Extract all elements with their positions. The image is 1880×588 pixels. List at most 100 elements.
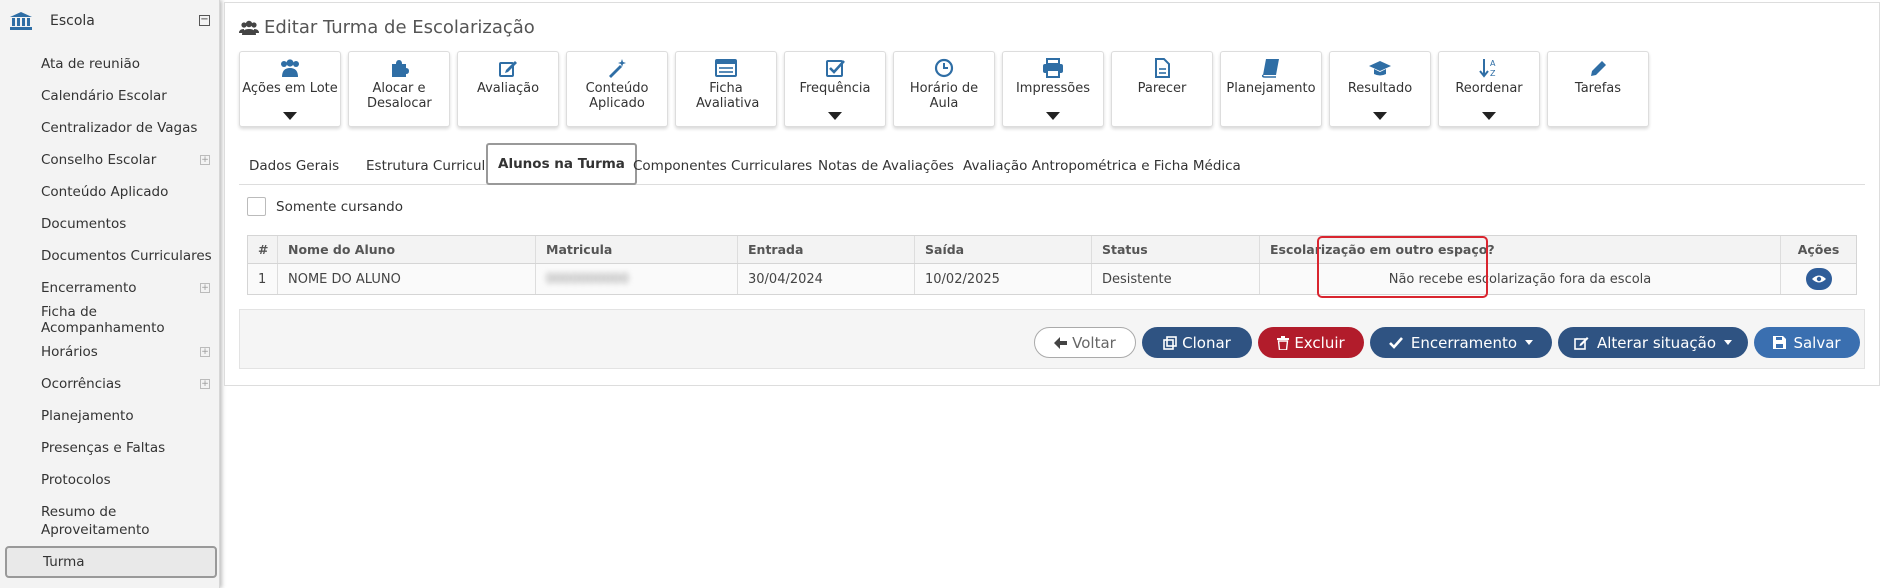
toolbar-ficha-avaliativa-button[interactable]: Ficha Avaliativa: [675, 51, 777, 127]
sidebar-item-encerramento[interactable]: Encerramento +: [0, 272, 220, 304]
sidebar-item-centralizador-de-vagas[interactable]: Centralizador de Vagas: [0, 112, 220, 144]
graduation-cap-icon: [1369, 61, 1391, 76]
main-panel: Editar Turma de Escolarização Ações em L…: [224, 2, 1880, 386]
pencil-icon: [1591, 61, 1606, 76]
toolbar-acoes-em-lote-button[interactable]: Ações em Lote: [239, 51, 341, 127]
svg-text:A: A: [1490, 59, 1496, 68]
trash-icon: [1277, 335, 1290, 350]
toolbar-alocar-button[interactable]: Alocar e Desalocar: [348, 51, 450, 127]
sidebar-item-protocolos[interactable]: Protocolos: [0, 464, 220, 496]
sidebar-item-conteudo-aplicado[interactable]: Conteúdo Aplicado: [0, 176, 220, 208]
expand-icon[interactable]: +: [200, 347, 210, 357]
page-title: Editar Turma de Escolarização: [239, 17, 535, 38]
excluir-label: Excluir: [1294, 333, 1345, 352]
sort-alpha-icon: AZ: [1479, 59, 1496, 78]
puzzle-icon: [392, 60, 409, 77]
toolbar-button-label: Reordenar: [1455, 81, 1523, 96]
sidebar-item-documentos-curriculares[interactable]: Documentos Curriculares: [0, 240, 220, 272]
column-header-nome: Nome do Aluno: [278, 236, 536, 263]
toolbar-planejamento-button[interactable]: Planejamento: [1220, 51, 1322, 127]
expand-icon[interactable]: +: [200, 155, 210, 165]
table-row: 1 NOME DO ALUNO 0000000000 30/04/2024 10…: [248, 264, 1856, 294]
sidebar-item-presencas-e-faltas[interactable]: Presenças e Faltas: [0, 432, 220, 464]
sidebar-header-escola[interactable]: Escola −: [0, 0, 220, 42]
sidebar-item-horarios[interactable]: Horários +: [0, 336, 220, 368]
caret-down-icon: [1046, 112, 1060, 120]
toolbar-avaliacao-button[interactable]: Avaliação: [457, 51, 559, 127]
toolbar-impressoes-button[interactable]: Impressões: [1002, 51, 1104, 127]
row-number: 1: [248, 264, 278, 294]
sidebar-item-label: Documentos: [41, 216, 127, 232]
users-icon: [281, 59, 299, 77]
column-header-matricula: Matricula: [536, 236, 738, 263]
eye-icon: [1811, 275, 1826, 283]
sidebar-item-label: Horários: [41, 344, 98, 360]
tab-estrutura-curricular[interactable]: Estrutura Curricular: [366, 148, 499, 185]
toolbar-button-label: Horário de Aula: [909, 81, 979, 111]
sidebar-item-label: Presenças e Faltas: [41, 440, 166, 456]
salvar-label: Salvar: [1793, 333, 1841, 352]
voltar-button[interactable]: Voltar: [1034, 327, 1136, 358]
toolbar-button-label: Ficha Avaliativa: [696, 81, 760, 111]
caret-down-icon: [828, 112, 842, 120]
toolbar-conteudo-aplicado-button[interactable]: Conteúdo Aplicado: [566, 51, 668, 127]
tab-dados-gerais[interactable]: Dados Gerais: [249, 148, 339, 185]
sidebar-item-turma[interactable]: Turma: [5, 546, 217, 578]
somente-cursando-checkbox[interactable]: [247, 197, 266, 216]
clonar-button[interactable]: Clonar: [1142, 327, 1252, 358]
toolbar-horario-de-aula-button[interactable]: Horário de Aula: [893, 51, 995, 127]
printer-icon: [1043, 58, 1063, 78]
sidebar-item-conselho-escolar[interactable]: Conselho Escolar +: [0, 144, 220, 176]
view-button[interactable]: [1805, 268, 1832, 290]
row-nome-aluno: NOME DO ALUNO: [278, 264, 536, 294]
toolbar-button-label: Impressões: [1015, 81, 1091, 96]
row-acoes: [1781, 264, 1856, 294]
sidebar-item-label: Ata de reunião: [41, 56, 140, 72]
table-header: # Nome do Aluno Matricula Entrada Saída …: [248, 236, 1856, 264]
tab-componentes-curriculares[interactable]: Componentes Curriculares: [633, 148, 812, 185]
matricula-blurred: 0000000000: [546, 271, 629, 287]
sidebar-item-ocorrencias[interactable]: Ocorrências +: [0, 368, 220, 400]
salvar-button[interactable]: Salvar: [1754, 327, 1860, 358]
row-saida: 10/02/2025: [915, 264, 1092, 294]
sidebar-item-label: Calendário Escolar: [41, 88, 167, 104]
excluir-button[interactable]: Excluir: [1258, 327, 1364, 358]
sidebar-item-calendario-escolar[interactable]: Calendário Escolar: [0, 80, 220, 112]
sidebar-item-ata-de-reuniao[interactable]: Ata de reunião: [0, 48, 220, 80]
sidebar-item-label: Ocorrências: [41, 376, 122, 392]
toolbar-parecer-button[interactable]: Parecer: [1111, 51, 1213, 127]
alterar-situacao-label: Alterar situação: [1596, 333, 1716, 352]
sidebar-item-label: Centralizador de Vagas: [41, 120, 198, 136]
alterar-situacao-button[interactable]: Alterar situação: [1558, 327, 1748, 358]
row-matricula: 0000000000: [536, 264, 738, 294]
clone-icon: [1163, 335, 1177, 350]
toolbar-button-label: Frequência: [799, 81, 871, 96]
toolbar-reordenar-button[interactable]: AZ Reordenar: [1438, 51, 1540, 127]
save-icon: [1773, 336, 1787, 349]
book-icon: [1261, 59, 1279, 78]
encerramento-button[interactable]: Encerramento: [1370, 327, 1552, 358]
magic-wand-icon: [609, 59, 626, 78]
tab-alunos-na-turma[interactable]: Alunos na Turma: [486, 143, 637, 185]
toolbar-tarefas-button[interactable]: Tarefas: [1547, 51, 1649, 127]
sidebar-item-resumo-de-aproveitamento[interactable]: Resumo de Aproveitamento: [0, 496, 220, 546]
somente-cursando-filter: Somente cursando: [247, 197, 403, 216]
toolbar-frequencia-button[interactable]: Frequência: [784, 51, 886, 127]
toolbar-button-label: Resultado: [1347, 81, 1413, 96]
sidebar-item-documentos[interactable]: Documentos: [0, 208, 220, 240]
column-header-acoes: Ações: [1797, 242, 1840, 257]
sidebar-item-planejamento[interactable]: Planejamento: [0, 400, 220, 432]
file-icon: [1155, 58, 1170, 78]
list-icon: [715, 59, 737, 77]
expand-icon[interactable]: +: [200, 283, 210, 293]
toolbar-resultado-button[interactable]: Resultado: [1329, 51, 1431, 127]
tab-notas-de-avaliacoes[interactable]: Notas de Avaliações: [818, 148, 954, 185]
sidebar-item-ficha-de-acompanhamento[interactable]: Ficha de Acompanhamento: [0, 304, 220, 336]
tab-avaliacao-antropometrica[interactable]: Avaliação Antropométrica e Ficha Médica: [963, 148, 1241, 185]
check-square-icon: [826, 60, 845, 77]
collapse-icon[interactable]: −: [199, 15, 210, 26]
voltar-label: Voltar: [1072, 333, 1116, 352]
sidebar-item-label: Turma: [43, 554, 85, 570]
column-header-entrada: Entrada: [738, 236, 915, 263]
expand-icon[interactable]: +: [200, 379, 210, 389]
